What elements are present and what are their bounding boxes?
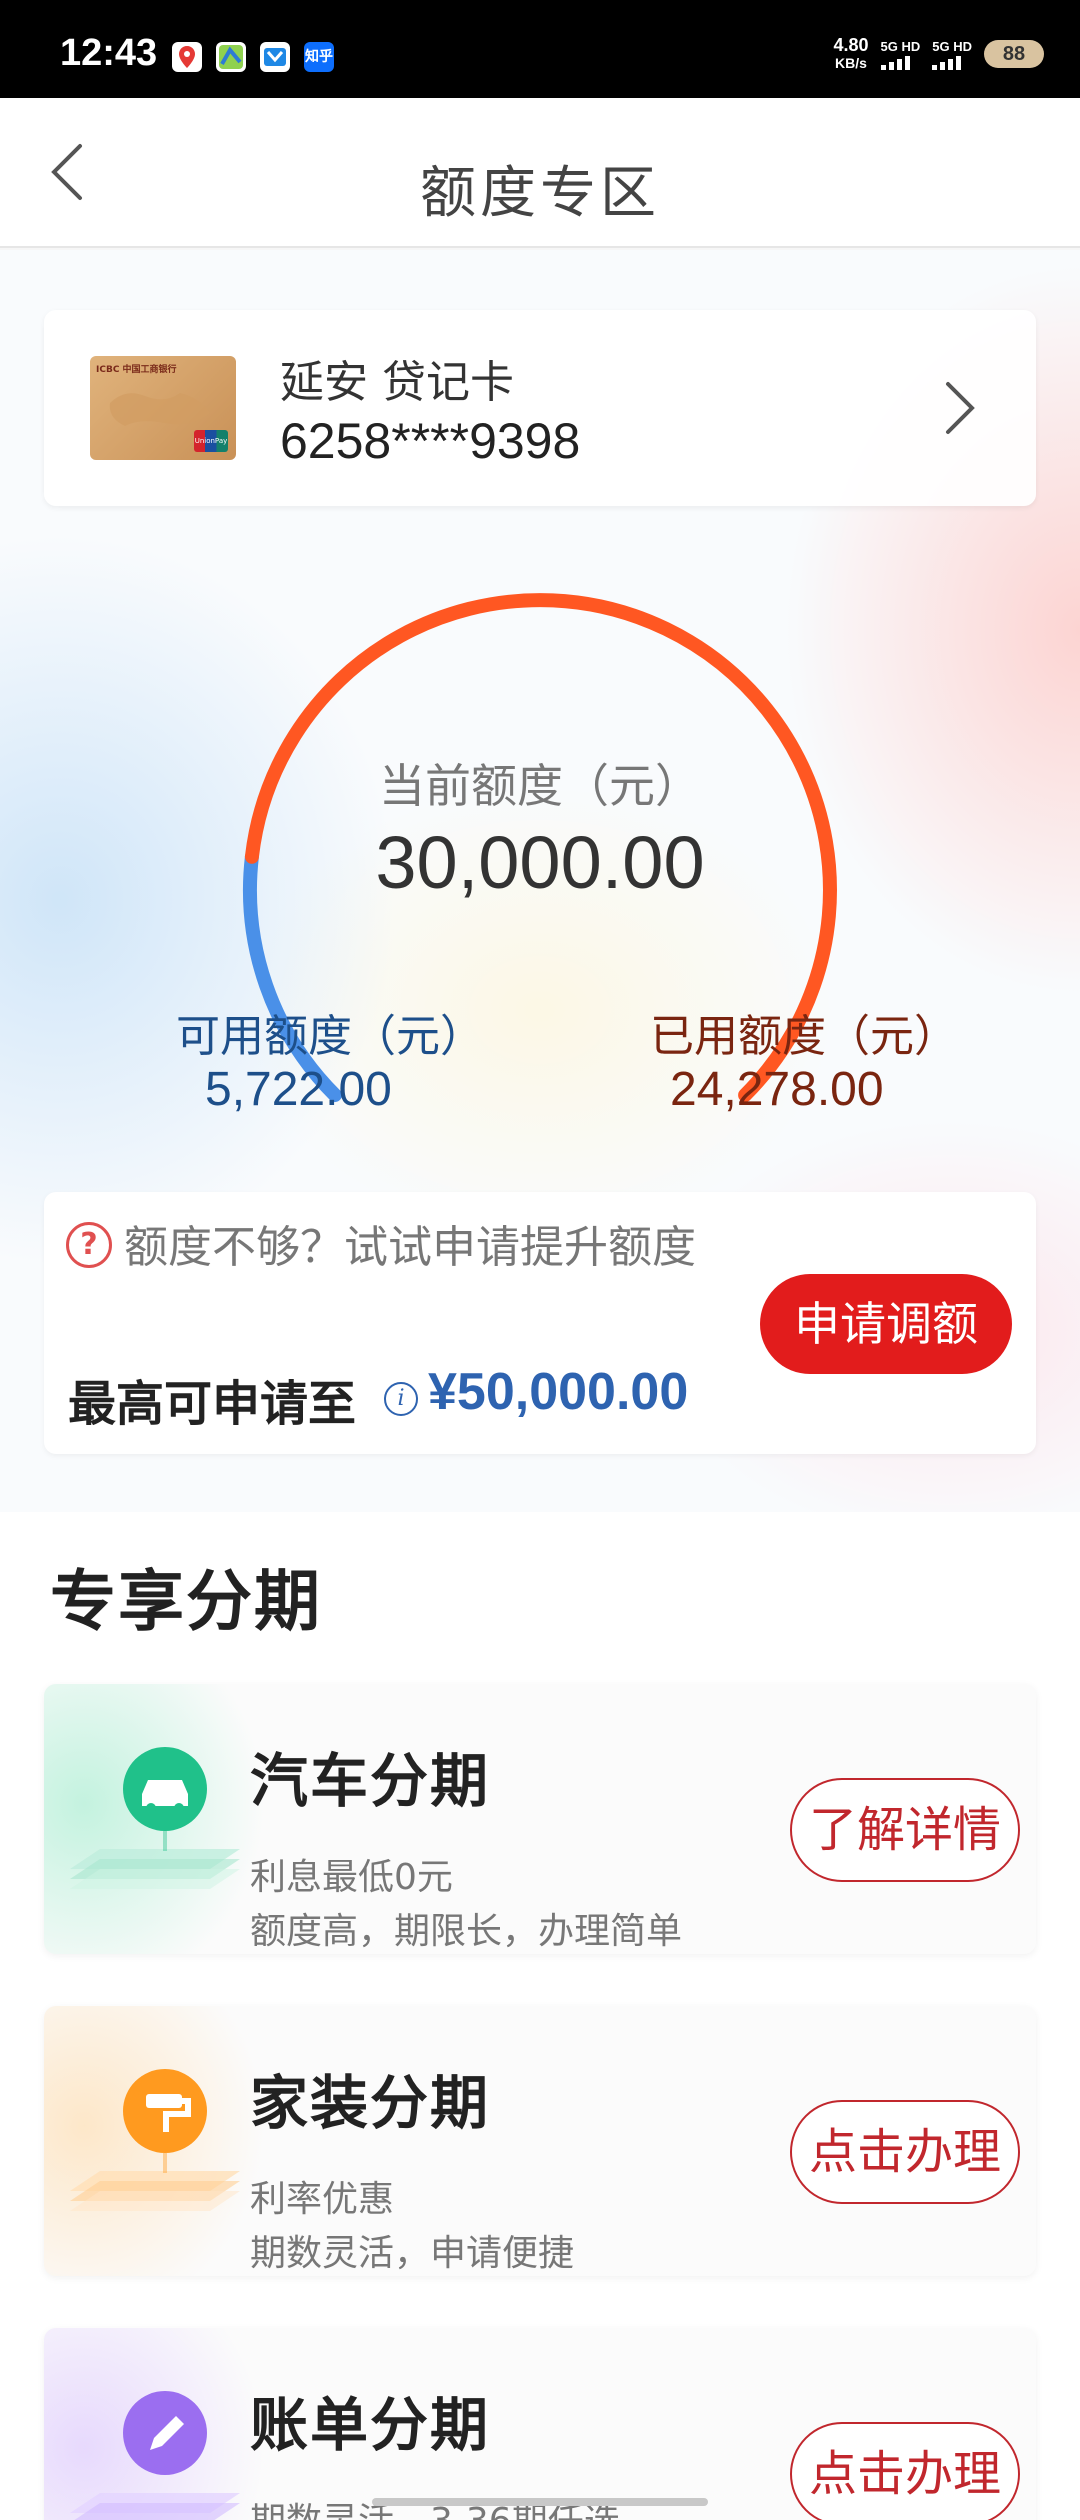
used-limit-label: 已用额度（元） bbox=[650, 1011, 958, 1062]
installment-feature: 期数灵活，3-36期任选 bbox=[250, 2492, 620, 2520]
maps-icon bbox=[216, 42, 246, 72]
available-limit-value: 5,722.00 bbox=[205, 1063, 392, 1116]
status-time: 12:43 bbox=[60, 32, 158, 74]
installments-section: 专享分期 汽车分期 利息最低0元 额度高，期限长，办理简单 了解详情 家装分期 bbox=[0, 1512, 1080, 2520]
status-bar: 12:43 知乎 4.80 KB/s 5G HD 5G HD 88 bbox=[0, 0, 1080, 98]
credit-limit-area: ICBC 中国工商银行 UnionPay 延安 贷记卡 6258****9398… bbox=[0, 250, 1080, 1512]
card-name: 延安 贷记卡 bbox=[280, 357, 514, 408]
unionpay-logo: UnionPay bbox=[194, 430, 228, 452]
installment-feature: 利息最低0元 bbox=[250, 1857, 453, 1898]
section-title: 专享分期 bbox=[50, 1563, 322, 1640]
current-limit-label: 当前额度（元） bbox=[379, 759, 701, 813]
pencil-icon bbox=[70, 2391, 240, 2520]
max-limit-value: ¥50,000.00 bbox=[428, 1363, 689, 1421]
installment-name: 家装分期 bbox=[250, 2069, 491, 2137]
limit-tip: 额度不够？试试申请提升额度 bbox=[124, 1222, 696, 1273]
used-limit-value: 24,278.00 bbox=[670, 1063, 884, 1116]
car-icon bbox=[70, 1747, 240, 1889]
nav-header: 额度专区 bbox=[0, 98, 1080, 248]
paint-roller-icon bbox=[70, 2069, 240, 2211]
installment-card-bill[interactable]: 账单分期 期数灵活，3-36期任选 点击办理 bbox=[44, 2328, 1036, 2520]
installment-card-car[interactable]: 汽车分期 利息最低0元 额度高，期限长，办理简单 了解详情 bbox=[44, 1684, 1036, 1954]
installment-feature: 利率优惠 bbox=[250, 2179, 395, 2220]
apply-now-button[interactable]: 点击办理 bbox=[790, 2422, 1020, 2520]
installment-description: 额度高，期限长，办理简单 bbox=[250, 1911, 683, 1952]
notification-icons: 知乎 bbox=[172, 42, 334, 72]
signal-sim2: 5G HD bbox=[932, 39, 972, 70]
installment-name: 账单分期 bbox=[250, 2391, 491, 2459]
zhihu-icon: 知乎 bbox=[304, 42, 334, 72]
page-title: 额度专区 bbox=[420, 161, 660, 226]
installment-description: 期数灵活，申请便捷 bbox=[250, 2233, 575, 2274]
limit-increase-card: ? 额度不够？试试申请提升额度 最高可申请至 i ¥50,000.00 申请调额 bbox=[44, 1192, 1036, 1454]
bank-card-image: ICBC 中国工商银行 UnionPay bbox=[90, 356, 236, 460]
map-pin-icon bbox=[172, 42, 202, 72]
network-speed: 4.80 KB/s bbox=[833, 35, 869, 71]
chevron-right-icon bbox=[946, 382, 975, 434]
world-map-icon bbox=[109, 393, 210, 426]
available-limit-label: 可用额度（元） bbox=[176, 1011, 484, 1062]
home-indicator[interactable] bbox=[372, 2498, 708, 2506]
apply-limit-increase-button[interactable]: 申请调额 bbox=[760, 1274, 1012, 1374]
signal-bars-icon bbox=[880, 54, 910, 70]
current-limit-value: 30,000.00 bbox=[375, 821, 705, 904]
battery-indicator: 88 bbox=[984, 40, 1044, 68]
question-icon: ? bbox=[66, 1222, 112, 1268]
card-selector[interactable]: ICBC 中国工商银行 UnionPay 延安 贷记卡 6258****9398 bbox=[44, 310, 1036, 506]
apply-now-button[interactable]: 点击办理 bbox=[790, 2100, 1020, 2204]
mail-icon bbox=[260, 42, 290, 72]
bank-logo-text: ICBC 中国工商银行 bbox=[96, 365, 177, 375]
learn-more-button[interactable]: 了解详情 bbox=[790, 1778, 1020, 1882]
signal-bars-icon bbox=[932, 54, 962, 70]
signal-sim1: 5G HD bbox=[880, 39, 920, 70]
installment-name: 汽车分期 bbox=[250, 1747, 491, 1815]
max-limit-label: 最高可申请至 bbox=[68, 1376, 357, 1432]
info-icon[interactable]: i bbox=[384, 1382, 418, 1416]
installment-card-home[interactable]: 家装分期 利率优惠 期数灵活，申请便捷 点击办理 bbox=[44, 2006, 1036, 2276]
card-number: 6258****9398 bbox=[280, 413, 581, 469]
